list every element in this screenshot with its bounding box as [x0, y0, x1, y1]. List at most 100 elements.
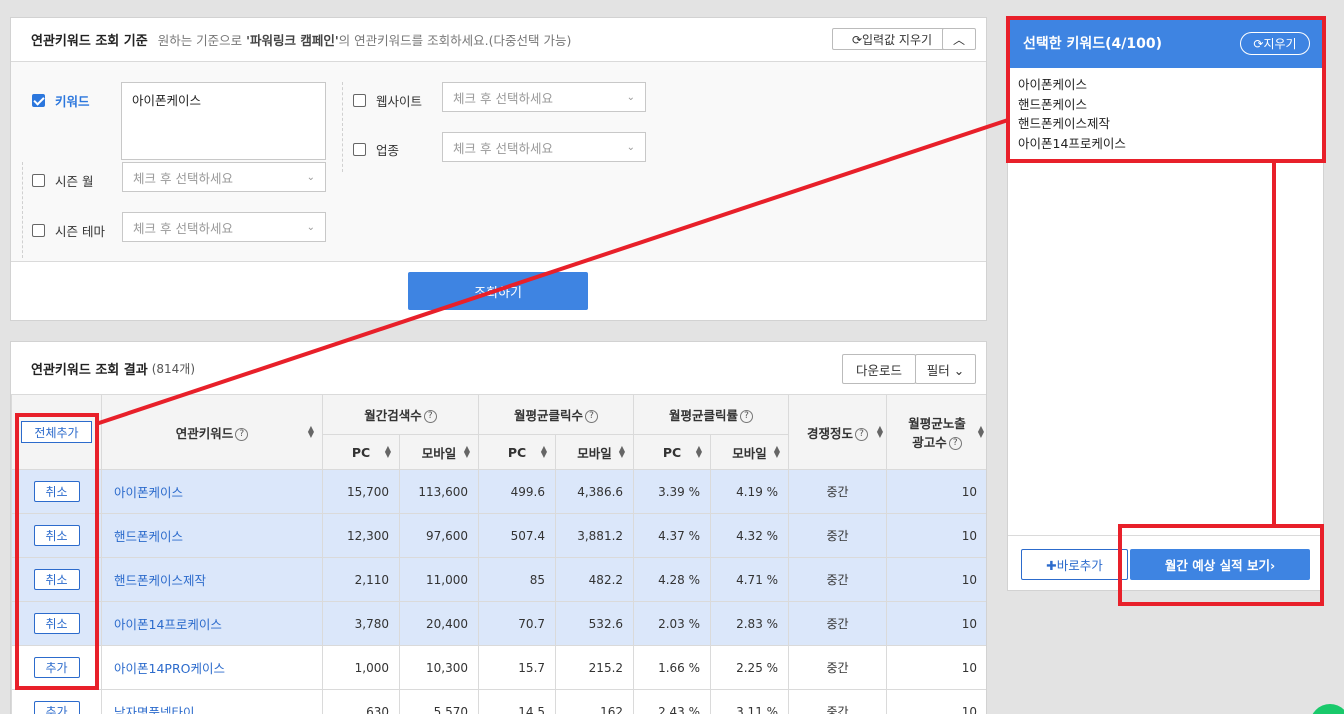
sort-icon[interactable]: ▲ ▼ — [774, 445, 780, 459]
sort-icon[interactable]: ▲ ▼ — [385, 445, 391, 459]
keyword-link[interactable]: 아이폰14프로케이스 — [101, 601, 323, 646]
quick-add-button[interactable]: ✚바로추가 — [1021, 549, 1128, 580]
ctr-mobile-cell: 2.83 % — [710, 601, 790, 646]
keyword-option[interactable]: 키워드 — [32, 91, 90, 110]
industry-checkbox[interactable] — [353, 143, 366, 156]
season-theme-select[interactable]: 체크 후 선택하세요 ⌄ — [122, 212, 326, 242]
click-mobile-header[interactable]: 모바일 ▲ ▼ — [555, 434, 635, 470]
competition-cell: 중간 — [788, 689, 888, 714]
search-criteria-panel: 연관키워드 조회 기준 원하는 기준으로 '파워링크 캠페인'의 연관키워드를 … — [10, 17, 987, 321]
sort-icon[interactable]: ▲ ▼ — [619, 445, 625, 459]
chevron-down-icon: ⌄ — [626, 141, 635, 153]
keyword-link[interactable]: 핸드폰케이스 — [101, 513, 323, 558]
ctr-pc-cell: 3.39 % — [633, 469, 712, 514]
keyword-column-header[interactable]: 연관키워드? ▲ ▼ — [101, 394, 323, 470]
chat-icon[interactable] — [1310, 704, 1344, 714]
competition-cell: 중간 — [788, 645, 888, 690]
search-mobile-cell: 5,570 — [398, 689, 480, 714]
ctr-pc-cell: 1.66 % — [633, 645, 712, 690]
ctr-pc-header[interactable]: PC ▲ ▼ — [633, 434, 712, 470]
search-pc-header[interactable]: PC ▲ ▼ — [322, 434, 400, 470]
avg-ads-cell: 10 — [886, 645, 986, 690]
avg-ads-cell: 10 — [886, 601, 986, 646]
keyword-checkbox[interactable] — [32, 94, 45, 107]
search-pc-label: PC — [351, 444, 371, 460]
annotation-box-action-column — [15, 413, 99, 690]
results-title: 연관키워드 조회 결과 — [31, 363, 148, 378]
sort-icon[interactable]: ▲ ▼ — [877, 425, 883, 439]
search-mobile-header[interactable]: 모바일 ▲ ▼ — [398, 434, 480, 470]
website-checkbox[interactable] — [353, 94, 366, 107]
search-mobile-cell: 113,600 — [398, 469, 480, 514]
keyword-link[interactable]: 남자명품넥타이 — [101, 689, 323, 714]
search-pc-cell: 630 — [322, 689, 400, 714]
sort-icon[interactable]: ▲ ▼ — [696, 445, 702, 459]
click-pc-header[interactable]: PC ▲ ▼ — [478, 434, 557, 470]
click-mobile-cell: 3,881.2 — [555, 513, 635, 558]
help-icon[interactable]: ? — [740, 410, 754, 423]
click-pc-cell: 499.6 — [478, 469, 557, 514]
click-pc-label: PC — [507, 444, 527, 460]
sort-icon[interactable]: ▲ ▼ — [978, 425, 984, 439]
season-month-option[interactable]: 시즌 월 — [32, 171, 93, 190]
industry-option[interactable]: 업종 — [353, 140, 399, 159]
reset-input-button[interactable]: ⟳입력값 지우기 — [832, 28, 952, 50]
sort-icon[interactable]: ▲ ▼ — [308, 425, 314, 439]
sort-icon[interactable]: ▲ ▼ — [464, 445, 470, 459]
competition-cell: 중간 — [788, 469, 888, 514]
competition-cell: 중간 — [788, 557, 888, 602]
keyword-link[interactable]: 아이폰14PRO케이스 — [101, 645, 323, 690]
click-pc-cell: 70.7 — [478, 601, 557, 646]
table-row: 취소 핸드폰케이스제작 2,110 11,000 85 482.2 4.28 % 4.71 %… — [11, 557, 986, 602]
search-mobile-cell: 97,600 — [398, 513, 480, 558]
collapse-button[interactable]: ︿ — [942, 28, 976, 50]
click-mobile-cell: 162 — [555, 689, 635, 714]
avg-ads-header[interactable]: 월평균노출 광고수? ▲ ▼ — [886, 394, 986, 470]
season-theme-option[interactable]: 시즌 테마 — [32, 221, 105, 240]
help-icon[interactable]: ? — [585, 410, 599, 423]
keyword-textarea[interactable]: 아이폰케이스 — [121, 82, 326, 160]
search-mobile-label: 모바일 — [421, 445, 457, 461]
ctr-mobile-cell: 2.25 % — [710, 645, 790, 690]
search-mobile-cell: 11,000 — [398, 557, 480, 602]
help-icon[interactable]: ? — [948, 437, 962, 450]
click-mobile-label: 모바일 — [577, 445, 612, 461]
add-keyword-button[interactable]: 추가 — [33, 701, 80, 714]
chevron-down-icon: ⌄ — [306, 221, 315, 233]
industry-select[interactable]: 체크 후 선택하세요 ⌄ — [442, 132, 646, 162]
click-pc-cell: 15.7 — [478, 645, 557, 690]
season-month-checkbox[interactable] — [32, 174, 45, 187]
ctr-mobile-header[interactable]: 모바일 ▲ ▼ — [710, 434, 790, 470]
ctr-pc-cell: 2.03 % — [633, 601, 712, 646]
results-header: 연관키워드 조회 결과 (814개) — [11, 342, 986, 395]
ctr-mobile-cell: 4.32 % — [710, 513, 790, 558]
avg-ads-cell: 10 — [886, 513, 986, 558]
search-pc-cell: 15,700 — [322, 469, 400, 514]
download-button[interactable]: 다운로드 — [842, 354, 916, 384]
table-row: 추가 남자명품넥타이 630 5,570 14.5 162 2.43 % 3.11 % 중간 10 — [11, 689, 986, 714]
criteria-desc-suffix: 의 연관키워드를 조회하세요.(다중선택 가능) — [338, 33, 572, 48]
click-mobile-cell: 215.2 — [555, 645, 635, 690]
keyword-link[interactable]: 핸드폰케이스제작 — [101, 557, 323, 602]
criteria-desc-prefix: 원하는 기준으로 — [157, 33, 247, 48]
avg-ads-cell: 10 — [886, 689, 986, 714]
avg-ads-cell: 10 — [886, 557, 986, 602]
keyword-link[interactable]: 아이폰케이스 — [101, 469, 323, 514]
help-icon[interactable]: ? — [423, 410, 437, 423]
ctr-mobile-cell: 4.19 % — [710, 469, 790, 514]
website-option[interactable]: 웹사이트 — [353, 91, 422, 110]
sort-icon[interactable]: ▲ ▼ — [541, 445, 547, 459]
website-select[interactable]: 체크 후 선택하세요 ⌄ — [442, 82, 646, 112]
help-icon[interactable]: ? — [235, 427, 249, 441]
season-month-select-placeholder: 체크 후 선택하세요 — [133, 170, 233, 186]
season-theme-label: 시즌 테마 — [55, 224, 105, 239]
competition-header[interactable]: 경쟁정도? ▲ ▼ — [788, 394, 888, 470]
help-icon[interactable]: ? — [855, 427, 869, 441]
table-row: 취소 핸드폰케이스 12,300 97,600 507.4 3,881.2 4.37 % 4.… — [11, 513, 986, 558]
filter-button[interactable]: 필터 ⌄ — [915, 354, 976, 384]
search-button[interactable]: 조회하기 — [408, 272, 588, 310]
season-theme-checkbox[interactable] — [32, 224, 45, 237]
search-pc-cell: 12,300 — [322, 513, 400, 558]
search-pc-cell: 1,000 — [322, 645, 400, 690]
season-month-select[interactable]: 체크 후 선택하세요 ⌄ — [122, 162, 326, 192]
